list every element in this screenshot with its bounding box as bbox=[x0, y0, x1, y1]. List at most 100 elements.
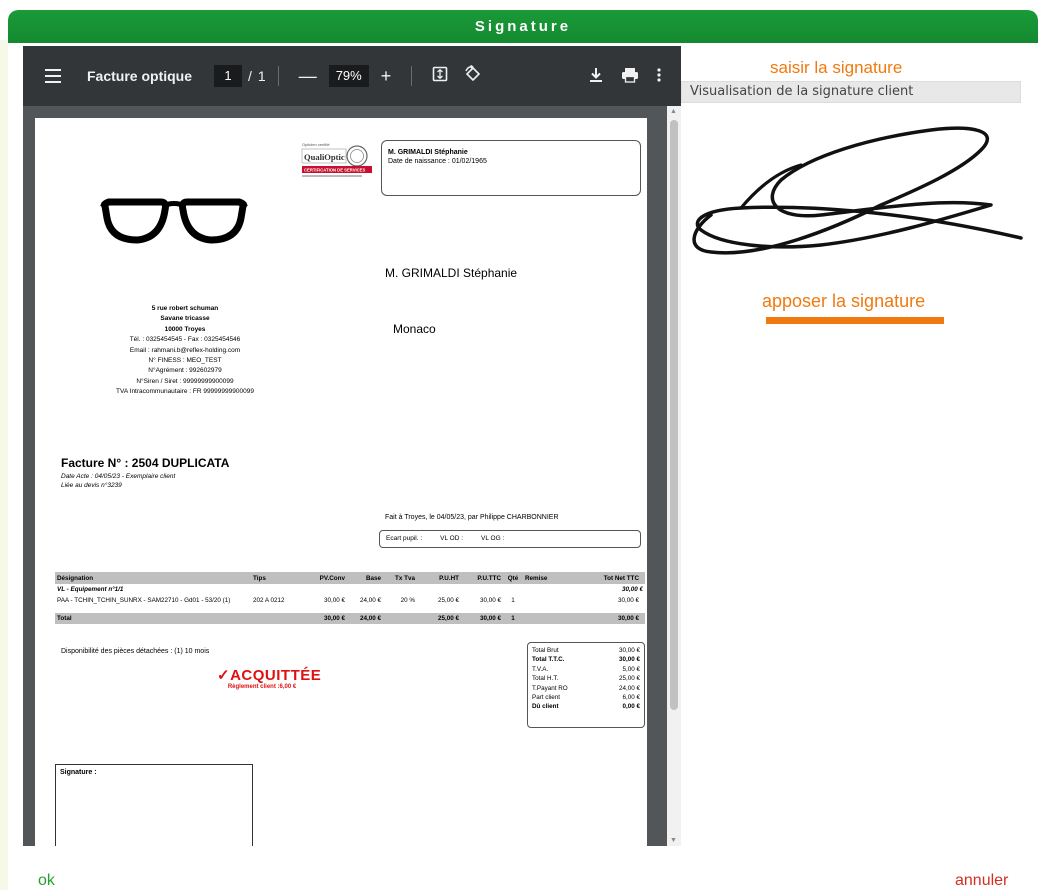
rotate-icon[interactable] bbox=[464, 64, 482, 88]
totals-label: T.V.A. bbox=[532, 665, 549, 673]
col-header: P.U.TTC bbox=[477, 574, 501, 582]
ok-button[interactable]: ok bbox=[38, 872, 55, 890]
download-icon[interactable] bbox=[589, 67, 603, 86]
shop-line: 10000 Troyes bbox=[164, 325, 206, 333]
apposer-signature-link[interactable]: apposer la signature bbox=[762, 291, 925, 312]
totals-row: T.V.A. 5,00 € bbox=[532, 665, 640, 674]
pdf-scrollbar[interactable]: ▲ ▼ bbox=[667, 106, 681, 846]
vl-od-label: VL OD : bbox=[440, 535, 464, 542]
svg-text:CERTIFICATION DE SERVICES: CERTIFICATION DE SERVICES bbox=[304, 168, 365, 173]
fait-line: Fait à Troyes, le 04/05/23, par Philippe… bbox=[385, 514, 559, 521]
spare-parts-availability: Disponibilité des pièces détachées : (1)… bbox=[61, 648, 210, 655]
totals-value: 6,00 € bbox=[622, 694, 640, 702]
shop-line: Tél. : 0325454545 - Fax : 0325454546 bbox=[129, 336, 241, 344]
apposer-underline bbox=[766, 317, 944, 324]
totals-row: Total Brut 30,00 € bbox=[532, 646, 640, 655]
scroll-down-icon[interactable]: ▼ bbox=[670, 837, 677, 844]
vl-og-label: VL OG : bbox=[481, 535, 505, 542]
cell: 25,00 € bbox=[437, 597, 459, 604]
print-icon[interactable] bbox=[621, 67, 639, 86]
patient-box: M. GRIMALDI Stéphanie Date de naissance … bbox=[381, 140, 641, 196]
totals-row: Total H.T. 25,00 € bbox=[532, 674, 640, 683]
totals-box: Total Brut 30,00 € Total T.T.C. 30,00 € T.… bbox=[527, 642, 645, 728]
cell: 30,00 € bbox=[479, 597, 501, 604]
ecart-label: Ecart pupil. : bbox=[386, 535, 423, 542]
col-header: Tx Tva bbox=[395, 574, 415, 582]
zoom-in-icon[interactable]: + bbox=[381, 66, 392, 87]
cancel-button[interactable]: annuler bbox=[955, 872, 1008, 890]
table-total-row: Total 30,00 € 24,00 € 25,00 € 30,00 € 1 … bbox=[55, 613, 645, 624]
glasses-logo bbox=[99, 196, 249, 246]
shop-line: N° FINESS : MEO_TEST bbox=[148, 357, 222, 365]
pdf-toolbar: Facture optique 1 / 1 — 79% + bbox=[23, 46, 681, 106]
page-number-input[interactable]: 1 bbox=[214, 65, 243, 87]
signature-preview-label: Visualisation de la signature client bbox=[681, 81, 1021, 103]
ecart-box: Ecart pupil. : VL OD : VL OG : bbox=[379, 530, 641, 548]
shop-line: N°Siren / Siret : 99999999900099 bbox=[136, 377, 234, 385]
shop-line: 5 rue robert schuman bbox=[151, 305, 219, 312]
shop-line: TVA Intracommunautaire : FR 999999999000… bbox=[116, 388, 254, 396]
cell: 30,00 € bbox=[617, 615, 639, 622]
pdf-viewer: Facture optique 1 / 1 — 79% + Opticien c… bbox=[23, 46, 681, 846]
shop-info: 5 rue robert schuman Savane tricasse 100… bbox=[55, 304, 315, 398]
cell: 30,00 € bbox=[323, 597, 345, 604]
group-total: 30,00 € bbox=[621, 586, 643, 593]
reglement-text: Règlement client :6,00 € bbox=[227, 684, 297, 690]
signature-box: Signature : bbox=[55, 764, 253, 846]
qualioptic-logo: Opticien certifié QualiOptic CERTIFICATI… bbox=[301, 140, 373, 194]
acquittee-text: ACQUITTÉE bbox=[230, 667, 322, 684]
patient-dob: Date de naissance : 01/02/1965 bbox=[388, 158, 487, 165]
cell: 1 bbox=[511, 597, 515, 604]
svg-text:Opticien certifié: Opticien certifié bbox=[302, 142, 330, 147]
totals-row: T.Payant RO 24,00 € bbox=[532, 684, 640, 693]
col-header: P.U.HT bbox=[439, 574, 459, 582]
totals-value: 0,00 € bbox=[622, 703, 640, 711]
scroll-thumb[interactable] bbox=[670, 120, 678, 710]
pdf-page-area[interactable]: Opticien certifié QualiOptic CERTIFICATI… bbox=[23, 106, 681, 846]
totals-label: Part client bbox=[532, 694, 560, 702]
fit-page-icon[interactable] bbox=[432, 66, 448, 87]
col-header: Désignation bbox=[57, 574, 94, 582]
toolbar-divider bbox=[411, 66, 413, 86]
col-header: Remise bbox=[525, 574, 548, 582]
signature-canvas[interactable] bbox=[681, 110, 1026, 280]
totals-value: 24,00 € bbox=[618, 684, 640, 692]
col-header: Tot Net TTC bbox=[603, 574, 639, 582]
toolbar-divider bbox=[277, 66, 279, 86]
totals-label: Total Brut bbox=[532, 647, 559, 654]
cell: Total bbox=[57, 615, 72, 622]
menu-icon[interactable] bbox=[45, 69, 61, 83]
signature-label: Signature : bbox=[60, 769, 97, 776]
table-header: Désignation Tips PV.Conv Base Tx Tva P.U… bbox=[55, 572, 645, 584]
more-options-icon[interactable] bbox=[657, 67, 661, 85]
totals-value: 30,00 € bbox=[618, 656, 640, 664]
shop-line: Savane tricasse bbox=[160, 315, 210, 323]
zoom-input[interactable]: 79% bbox=[328, 65, 369, 87]
cell: 202 A 0212 bbox=[253, 597, 285, 604]
col-header: Tips bbox=[253, 574, 266, 582]
totals-label: Dû client bbox=[532, 703, 559, 711]
cell: 20 % bbox=[400, 597, 415, 604]
cell: 30,00 € bbox=[617, 597, 639, 604]
cell: 24,00 € bbox=[359, 597, 381, 604]
totals-value: 5,00 € bbox=[622, 665, 640, 673]
address-name: M. GRIMALDI Stéphanie bbox=[385, 266, 518, 280]
background-stripe bbox=[0, 40, 8, 890]
totals-label: Total T.T.C. bbox=[532, 656, 565, 664]
col-header: PV.Conv bbox=[319, 574, 345, 582]
table-row: PAA - TCHIN_TCHIN_SUNRX - SAM22710 - Gd0… bbox=[55, 595, 645, 613]
page-separator: / bbox=[248, 68, 252, 84]
scroll-up-icon[interactable]: ▲ bbox=[670, 108, 677, 115]
invoice-subtitle: Date Acte : 04/05/23 - Exemplaire client… bbox=[61, 472, 175, 490]
totals-row: Part client 6,00 € bbox=[532, 693, 640, 702]
saisir-signature-link[interactable]: saisir la signature bbox=[770, 58, 902, 78]
invoice-quote-ref: Liée au devis n°3239 bbox=[61, 482, 122, 489]
totals-label: T.Payant RO bbox=[532, 684, 568, 692]
cell: 25,00 € bbox=[437, 615, 459, 622]
patient-name: M. GRIMALDI Stéphanie bbox=[388, 149, 468, 156]
cell: PAA - TCHIN_TCHIN_SUNRX - SAM22710 - Gd0… bbox=[57, 597, 231, 604]
toolbar-right bbox=[589, 46, 661, 106]
document-title: Facture optique bbox=[87, 68, 193, 84]
invoice-page: Opticien certifié QualiOptic CERTIFICATI… bbox=[35, 118, 647, 846]
zoom-out-icon[interactable]: — bbox=[299, 66, 317, 87]
